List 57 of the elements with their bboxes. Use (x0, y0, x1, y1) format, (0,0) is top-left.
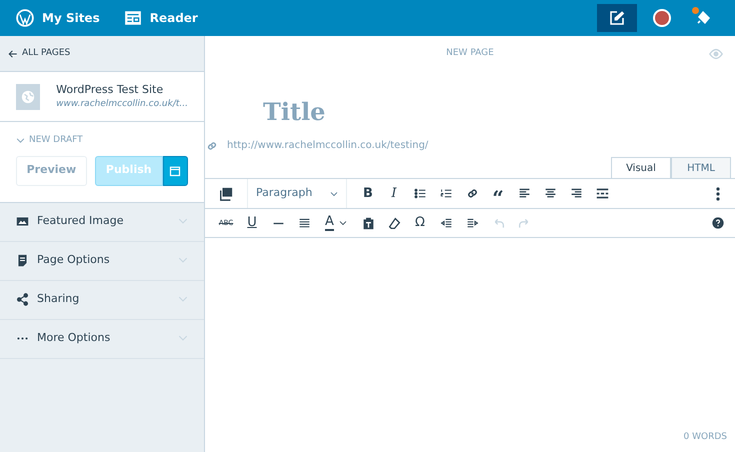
nav-link[interactable]: Reader (116, 9, 206, 27)
align-left-icon (518, 187, 530, 200)
editor-tab[interactable]: HTML (671, 157, 731, 178)
sidebar-section[interactable]: Featured Image (0, 202, 204, 242)
help-icon (712, 217, 724, 229)
wordpress-logo-icon (16, 9, 34, 27)
caret-icon (338, 219, 347, 227)
sidebar-section[interactable]: More Options (0, 320, 204, 358)
italic-button[interactable]: I (381, 182, 407, 206)
underline-button[interactable]: U (239, 211, 265, 235)
eye-icon (707, 46, 725, 61)
align-center-icon (544, 187, 556, 200)
bold-button[interactable]: B (355, 182, 381, 206)
page-heading: NEW PAGE (446, 47, 494, 60)
justify-icon (298, 216, 310, 230)
chevron-down-icon (178, 255, 188, 266)
bullet-list-icon (414, 187, 426, 200)
link-icon (205, 140, 219, 152)
eraser-icon (388, 216, 400, 230)
chevron-down-icon (178, 294, 188, 304)
outdent-icon (440, 216, 452, 230)
edit-icon (609, 10, 625, 26)
document-icon (16, 254, 29, 267)
calendar-icon (169, 164, 182, 176)
newspaper-icon (124, 9, 142, 27)
site-card[interactable]: WordPress Test Site www.rachelmccollin.co.uk/t... (0, 72, 204, 122)
site-name: WordPress Test Site (56, 82, 164, 98)
schedule-button[interactable] (162, 156, 188, 186)
caret-icon (330, 190, 338, 198)
link-icon (466, 187, 478, 200)
nav-link[interactable]: My Sites (8, 9, 108, 27)
site-icon (16, 84, 40, 110)
clipboard-icon (362, 216, 374, 230)
numbered-list-icon (440, 187, 452, 200)
sidebar-section[interactable]: Page Options (0, 242, 204, 280)
indent-icon (466, 216, 478, 230)
kebab-icon (715, 186, 721, 202)
word-count: 0 WORDS (684, 430, 727, 444)
chevron-down-icon (178, 333, 188, 344)
sidebar-section[interactable]: Sharing (0, 280, 204, 320)
image-icon (16, 215, 29, 228)
share-icon (16, 293, 29, 306)
write-button[interactable] (597, 4, 637, 32)
align-right-icon (570, 187, 582, 200)
omega-button[interactable]: Ω (407, 211, 433, 235)
avatar[interactable] (653, 9, 671, 27)
images-icon (219, 186, 233, 200)
back-arrow-icon (8, 48, 18, 58)
editor-tab[interactable]: Visual (611, 157, 671, 178)
read-more-icon (596, 187, 608, 200)
format-dropdown[interactable]: Paragraph (247, 178, 347, 208)
chevron-down-icon (16, 136, 25, 146)
chevron-down-icon (178, 216, 188, 226)
color-button[interactable]: A (317, 211, 355, 235)
quote-button[interactable]: “ (485, 182, 511, 206)
redo-icon (518, 216, 530, 230)
site-url: www.rachelmccollin.co.uk/t... (56, 98, 188, 111)
